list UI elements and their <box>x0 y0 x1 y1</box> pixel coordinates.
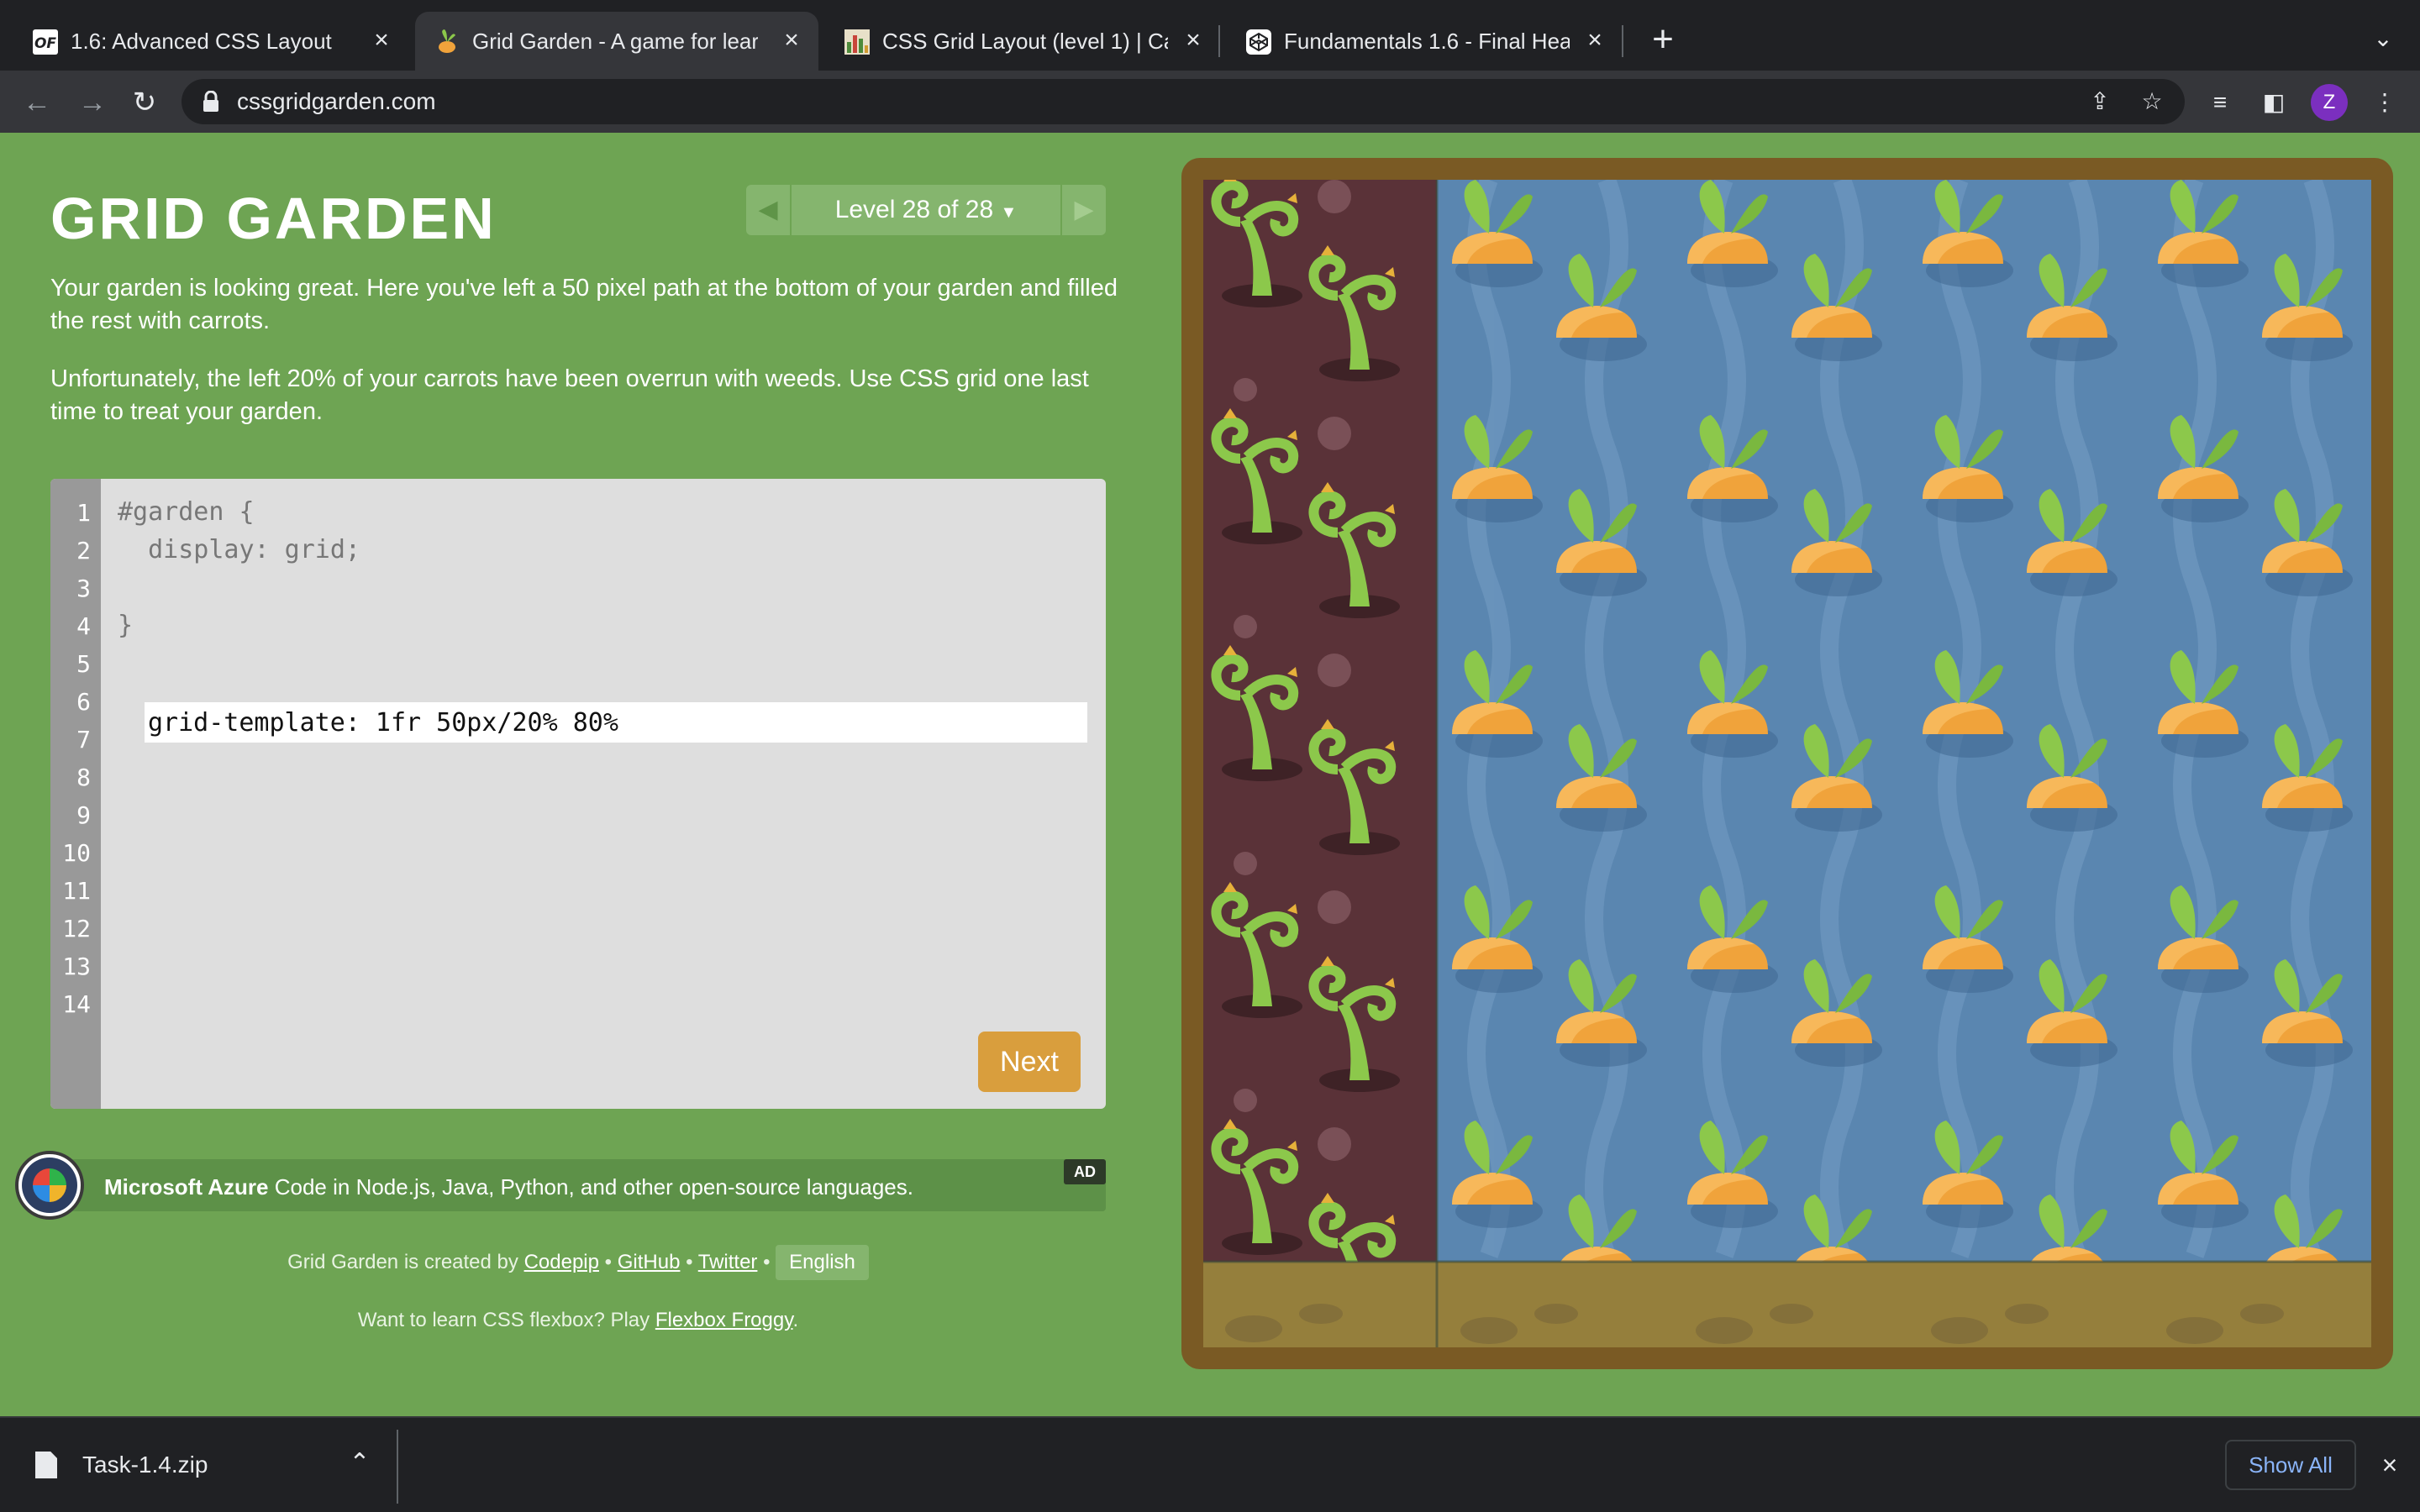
line-number-gutter: 1 2 3 4 5 6 7 8 9 10 11 12 13 14 <box>50 479 101 1109</box>
line-number: 3 <box>76 575 91 602</box>
prev-level-arrow-icon[interactable]: ◀ <box>746 185 792 235</box>
code-line-display: display: grid; <box>118 535 360 564</box>
tab-divider <box>1218 25 1220 57</box>
codepen-icon <box>1245 29 1272 55</box>
line-number: 6 <box>76 688 91 716</box>
tab-advanced-css[interactable]: OF 1.6: Advanced CSS Layout × <box>13 12 408 71</box>
line-number: 11 <box>62 877 91 905</box>
file-icon <box>35 1452 57 1478</box>
url-text: cssgridgarden.com <box>237 88 436 114</box>
chevron-up-icon[interactable]: ⌃ <box>343 1446 376 1480</box>
tab-divider <box>1622 25 1623 57</box>
tab-title: Fundamentals 1.6 - Final Heade <box>1284 29 1570 54</box>
language-button[interactable]: English <box>776 1245 869 1280</box>
svg-text:OF: OF <box>34 35 56 52</box>
ad-brand: Microsoft Azure <box>104 1174 269 1200</box>
line-number: 12 <box>62 915 91 942</box>
more-menu-icon[interactable]: ⋮ <box>2368 86 2402 119</box>
tab-strip: OF 1.6: Advanced CSS Layout × Grid Garde… <box>0 0 2420 71</box>
next-level-arrow-icon[interactable]: ▶ <box>1060 185 1106 235</box>
line-number: 9 <box>76 801 91 829</box>
show-all-button[interactable]: Show All <box>2225 1440 2356 1490</box>
tab-grid-garden[interactable]: Grid Garden - A game for learn × <box>415 12 818 71</box>
carrot-icon <box>434 29 460 55</box>
divider <box>397 1430 398 1504</box>
tab-title: Grid Garden - A game for learn <box>472 29 758 54</box>
profile-avatar[interactable]: Z <box>2311 84 2348 121</box>
garden-bed <box>1203 180 2371 1347</box>
flexbox-froggy-promo: Want to learn CSS flexbox? Play Flexbox … <box>0 1309 1156 1332</box>
line-number: 7 <box>76 726 91 753</box>
browser-chrome: OF 1.6: Advanced CSS Layout × Grid Garde… <box>0 0 2420 133</box>
of-logo-icon: OF <box>32 29 59 55</box>
forward-arrow-icon[interactable]: → <box>76 86 109 119</box>
azure-logo-icon <box>15 1151 84 1220</box>
tab-title: 1.6: Advanced CSS Layout <box>71 29 332 54</box>
code-line-close: } <box>118 611 134 640</box>
garden-board <box>1181 158 2393 1369</box>
instructions-paragraph: Unfortunately, the left 20% of your carr… <box>50 365 1089 425</box>
line-number: 13 <box>62 953 91 980</box>
froggy-prefix: Want to learn CSS flexbox? Play <box>357 1309 655 1331</box>
line-number: 5 <box>76 650 91 678</box>
line-number: 8 <box>76 764 91 791</box>
credits-prefix: Grid Garden is created by <box>287 1251 524 1273</box>
next-button[interactable]: Next <box>978 1032 1081 1092</box>
line-number: 2 <box>76 537 91 564</box>
caret-down-icon: ▼ <box>1000 203 1018 222</box>
lock-icon <box>203 91 218 112</box>
line-number: 10 <box>62 839 91 867</box>
flexbox-froggy-link[interactable]: Flexbox Froggy <box>655 1309 793 1331</box>
separator: • <box>680 1251 698 1273</box>
tab-title: CSS Grid Layout (level 1) | Can <box>882 29 1168 54</box>
line-number: 14 <box>62 990 91 1018</box>
close-tab-icon[interactable]: × <box>778 27 805 54</box>
tab-caniuse[interactable]: CSS Grid Layout (level 1) | Can × <box>825 12 1220 71</box>
separator: • <box>598 1251 618 1273</box>
separator: • <box>757 1251 776 1273</box>
instructions-paragraph: Your garden is looking great. Here you'v… <box>50 275 1118 334</box>
browser-toolbar: ← → ↻ cssgridgarden.com ⇪ ☆ ≡ ◧ Z ⋮ <box>0 71 2420 133</box>
ad-copy: Code in Node.js, Java, Python, and other… <box>268 1174 913 1200</box>
bookmark-star-icon[interactable]: ☆ <box>2138 87 2166 116</box>
tab-codepen[interactable]: Fundamentals 1.6 - Final Heade × <box>1227 12 1622 71</box>
ad-text[interactable]: Microsoft Azure Code in Node.js, Java, P… <box>104 1174 913 1200</box>
froggy-suffix: . <box>792 1309 799 1331</box>
credits-line: Grid Garden is created by Codepip • GitH… <box>0 1245 1156 1280</box>
level-dropdown[interactable]: Level 28 of 28 ▼ <box>792 185 1060 235</box>
twitter-link[interactable]: Twitter <box>698 1251 758 1273</box>
share-icon[interactable]: ⇪ <box>2086 87 2114 116</box>
page-title: GRID GARDEN <box>50 186 497 251</box>
close-tab-icon[interactable]: × <box>1581 27 1608 54</box>
game-panel: GRID GARDEN ◀ Level 28 of 28 ▼ ▶ Your ga… <box>0 133 1160 1416</box>
grid-lines <box>1203 180 2371 1347</box>
level-label: Level 28 of 28 <box>834 196 994 223</box>
media-queue-icon[interactable]: ≡ <box>2203 86 2237 119</box>
css-editor: 1 2 3 4 5 6 7 8 9 10 11 12 13 14 #garden… <box>50 479 1106 1109</box>
reload-icon[interactable]: ↻ <box>128 86 161 119</box>
chevron-down-icon[interactable]: ⌄ <box>2366 22 2400 55</box>
back-arrow-icon[interactable]: ← <box>20 86 54 119</box>
download-bar: Task-1.4.zip ⌃ Show All × <box>0 1416 2420 1512</box>
codepip-link[interactable]: Codepip <box>524 1251 599 1273</box>
chart-icon <box>844 29 871 55</box>
download-file-name[interactable]: Task-1.4.zip <box>82 1452 208 1478</box>
ad-badge: AD <box>1064 1159 1106 1184</box>
level-navigator: ◀ Level 28 of 28 ▼ ▶ <box>746 185 1106 235</box>
css-answer-input[interactable] <box>145 702 1087 743</box>
close-tab-icon[interactable]: × <box>368 27 395 54</box>
github-link[interactable]: GitHub <box>618 1251 681 1273</box>
code-line-selector: #garden { <box>118 497 255 527</box>
close-tab-icon[interactable]: × <box>1180 27 1207 54</box>
line-number: 4 <box>76 612 91 640</box>
line-number: 1 <box>76 499 91 527</box>
side-panel-icon[interactable]: ◧ <box>2257 86 2291 119</box>
address-bar[interactable]: cssgridgarden.com ⇪ ☆ <box>182 79 2185 124</box>
new-tab-button[interactable]: + <box>1642 18 1684 60</box>
close-icon[interactable]: × <box>2373 1448 2407 1482</box>
